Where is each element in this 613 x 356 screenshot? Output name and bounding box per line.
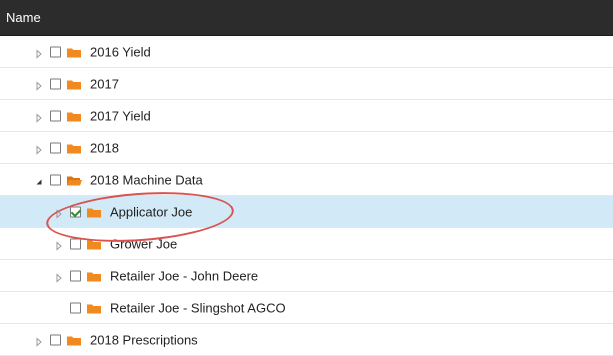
expand-arrow-icon[interactable] xyxy=(34,47,44,59)
tree-item-label: 2018 Prescriptions xyxy=(90,332,198,347)
tree-row[interactable]: 2018 Machine Data xyxy=(0,164,613,196)
folder-icon xyxy=(66,334,82,345)
expand-arrow-icon[interactable] xyxy=(54,207,64,219)
tree-row[interactable]: Applicator Joe xyxy=(0,196,613,228)
expanded-arrow-icon[interactable] xyxy=(34,175,44,185)
tree-item-label: Retailer Joe - Slingshot AGCO xyxy=(110,300,286,315)
tree-item-label: Grower Joe xyxy=(110,236,178,251)
folder-open-icon xyxy=(66,174,82,185)
tree-row[interactable]: Retailer Joe - Slingshot AGCO xyxy=(0,292,613,324)
folder-icon xyxy=(86,206,102,217)
expand-arrow-icon[interactable] xyxy=(54,239,64,251)
tree-row[interactable]: 2018 xyxy=(0,132,613,164)
folder-icon xyxy=(66,78,82,89)
expand-arrow-icon[interactable] xyxy=(54,271,64,283)
column-header[interactable]: Name xyxy=(0,0,613,36)
checkbox[interactable] xyxy=(70,238,81,249)
tree-item-label: 2018 xyxy=(90,140,119,155)
expand-arrow-icon[interactable] xyxy=(34,111,44,123)
tree-item-label: Retailer Joe - John Deere xyxy=(110,268,259,283)
folder-icon xyxy=(86,270,102,281)
expand-arrow-icon[interactable] xyxy=(34,79,44,91)
column-header-name: Name xyxy=(6,10,41,25)
tree-row[interactable]: Grower Joe xyxy=(0,228,613,260)
checkbox[interactable] xyxy=(50,110,61,121)
checkbox[interactable] xyxy=(50,78,61,89)
tree-item-label: Applicator Joe xyxy=(110,204,193,219)
folder-tree: 2016 Yield 2017 2017 Yield 2018 2018 Machine… xyxy=(0,36,613,356)
folder-icon xyxy=(86,302,102,313)
folder-icon xyxy=(86,238,102,249)
expand-arrow-icon[interactable] xyxy=(34,143,44,155)
folder-icon xyxy=(66,142,82,153)
expand-arrow-icon[interactable] xyxy=(34,335,44,347)
tree-item-label: 2017 xyxy=(90,76,119,91)
tree-row[interactable]: 2017 xyxy=(0,68,613,100)
tree-item-label: 2018 Machine Data xyxy=(90,172,203,187)
checkbox[interactable] xyxy=(50,334,61,345)
tree-row[interactable]: 2018 Prescriptions xyxy=(0,324,613,356)
checkbox-checked[interactable] xyxy=(70,206,81,217)
folder-icon xyxy=(66,46,82,57)
checkbox[interactable] xyxy=(50,46,61,57)
checkbox[interactable] xyxy=(50,142,61,153)
checkbox[interactable] xyxy=(70,270,81,281)
checkbox[interactable] xyxy=(70,302,81,313)
tree-row[interactable]: Retailer Joe - John Deere xyxy=(0,260,613,292)
tree-item-label: 2016 Yield xyxy=(90,44,151,59)
tree-item-label: 2017 Yield xyxy=(90,108,151,123)
tree-row[interactable]: 2016 Yield xyxy=(0,36,613,68)
folder-icon xyxy=(66,110,82,121)
checkbox[interactable] xyxy=(50,174,61,185)
tree-row[interactable]: 2017 Yield xyxy=(0,100,613,132)
